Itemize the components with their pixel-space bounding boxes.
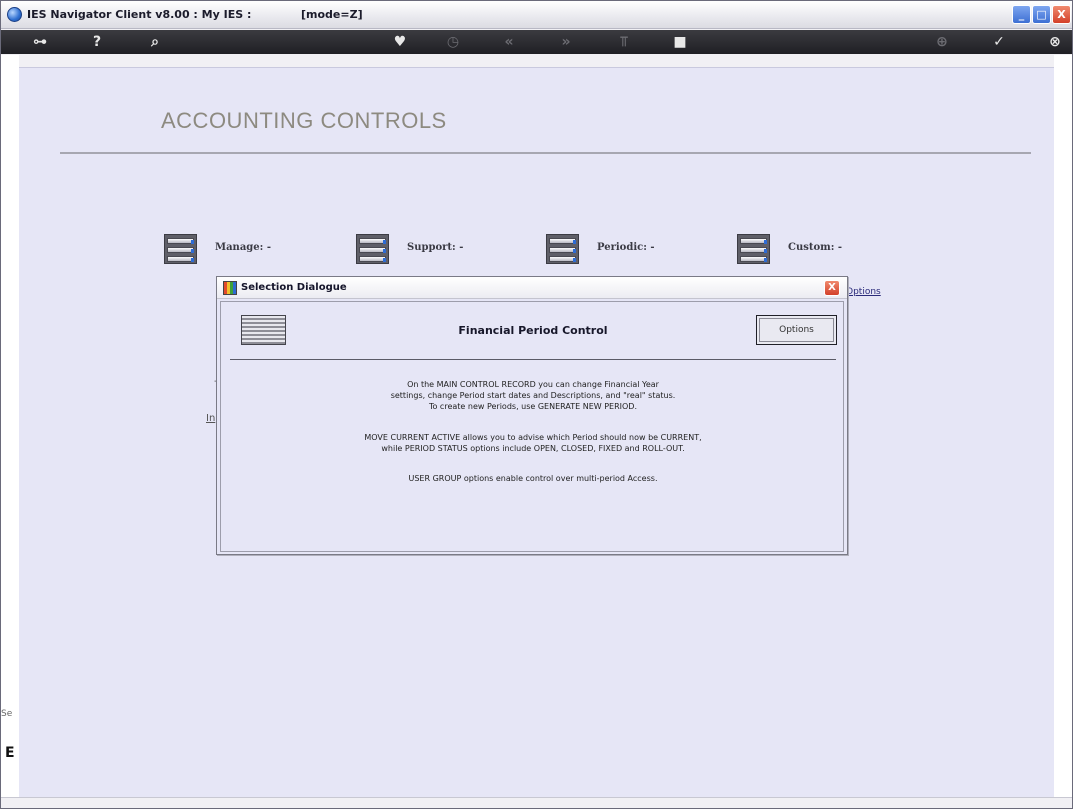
description-paragraph: On the MAIN CONTROL RECORD you can chang…: [221, 379, 845, 412]
rewind-icon[interactable]: «: [498, 32, 520, 52]
title-bar: IES Navigator Client v8.00 : My IES : [m…: [1, 1, 1072, 29]
dialog-divider: [230, 359, 836, 360]
database-icon: [737, 234, 770, 264]
status-bar: [1, 797, 1072, 808]
maximize-button[interactable]: □: [1032, 5, 1051, 24]
filter-icon[interactable]: ⫪: [613, 32, 635, 52]
exit-icon[interactable]: ⊗: [1044, 32, 1066, 52]
dialog-close-button[interactable]: X: [824, 280, 840, 296]
heart-icon[interactable]: ♥: [389, 32, 411, 52]
menu-label-manage: Manage: -: [215, 242, 271, 253]
close-button[interactable]: X: [1052, 5, 1071, 24]
description-line: On the MAIN CONTROL RECORD you can chang…: [407, 380, 659, 389]
dialog-heading: Financial Period Control: [458, 324, 608, 337]
window-title: IES Navigator Client v8.00 : My IES :: [27, 8, 252, 21]
minimize-button[interactable]: _: [1012, 5, 1031, 24]
key-icon[interactable]: ⊶: [29, 32, 51, 52]
description-line: To create new Periods, use GENERATE NEW …: [428, 402, 638, 411]
side-text: Se: [1, 709, 13, 719]
stop-icon[interactable]: ■: [669, 32, 691, 52]
right-panel: [1054, 55, 1072, 797]
selection-dialog: Selection Dialogue X Financial Period Co…: [216, 276, 848, 555]
description-paragraph: USER GROUP options enable control over m…: [221, 473, 845, 484]
ie-app-icon: [7, 7, 22, 22]
left-panel: [1, 55, 19, 797]
underlay-link-in[interactable]: In: [206, 413, 215, 424]
toolbar: ⊶ ? ⌕ ♥ ◷ « » ⫪ ■ ⊕ ✓ ⊗: [1, 30, 1072, 54]
database-icon: [546, 234, 579, 264]
side-letter: E: [5, 745, 15, 761]
window-mode: [mode=Z]: [301, 8, 363, 21]
search-icon[interactable]: ⌕: [144, 32, 166, 52]
add-icon[interactable]: ⊕: [931, 32, 953, 52]
options-link[interactable]: Options: [846, 287, 881, 297]
database-icon: [164, 234, 197, 264]
forward-icon[interactable]: »: [555, 32, 577, 52]
options-button[interactable]: Options: [756, 315, 837, 345]
dialog-body: Financial Period Control Options On the …: [220, 301, 844, 552]
help-icon[interactable]: ?: [86, 32, 108, 52]
check-icon[interactable]: ✓: [988, 32, 1010, 52]
menu-label-periodic: Periodic: -: [597, 242, 655, 253]
dialog-app-icon: [223, 281, 237, 295]
description-paragraph: MOVE CURRENT ACTIVE allows you to advise…: [221, 432, 845, 454]
title-divider: [60, 152, 1031, 154]
menu-label-custom: Custom: -: [788, 242, 843, 253]
page-title: ACCOUNTING CONTROLS: [161, 108, 447, 133]
description-line: settings, change Period start dates and …: [390, 391, 676, 400]
menu-label-support: Support: -: [407, 242, 464, 253]
clock-icon[interactable]: ◷: [442, 32, 464, 52]
dialog-title: Selection Dialogue: [241, 282, 347, 293]
description-line: while PERIOD STATUS options include OPEN…: [381, 444, 685, 453]
description-line: USER GROUP options enable control over m…: [408, 474, 658, 483]
app-window: IES Navigator Client v8.00 : My IES : [m…: [0, 0, 1073, 809]
dialog-title-bar: Selection Dialogue X: [217, 277, 847, 299]
database-icon: [356, 234, 389, 264]
description-line: MOVE CURRENT ACTIVE allows you to advise…: [364, 433, 702, 442]
